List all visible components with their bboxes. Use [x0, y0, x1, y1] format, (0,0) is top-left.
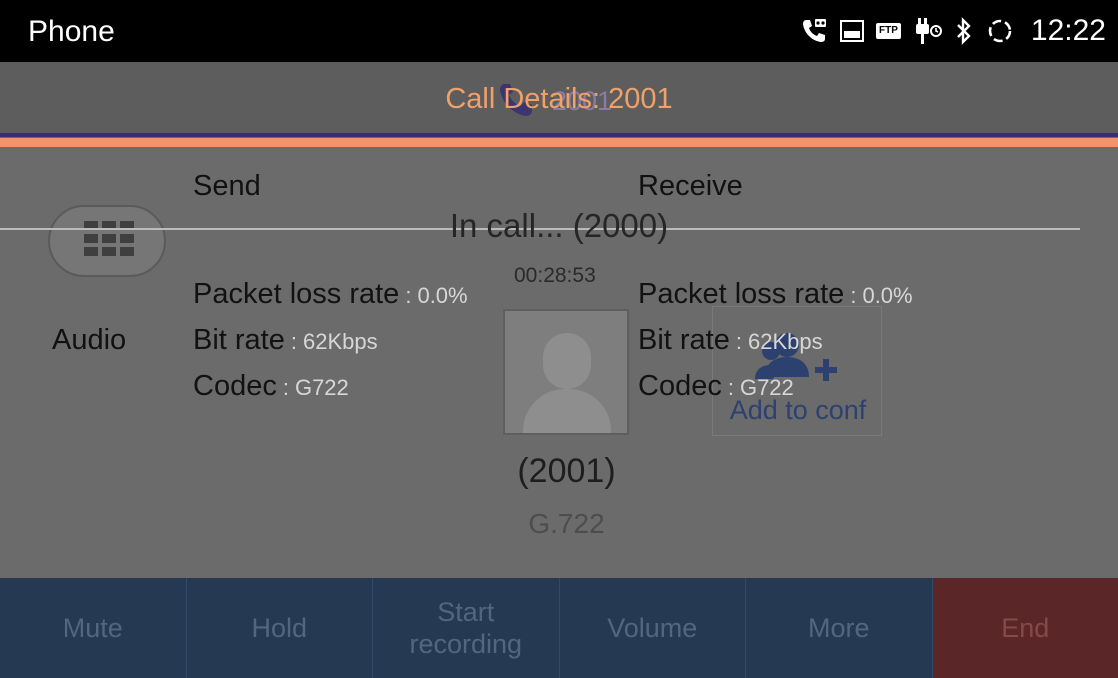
app-title: Phone	[28, 15, 115, 48]
stat-value: 0.0%	[417, 283, 468, 308]
stat-separator: :	[850, 283, 857, 308]
sync-icon	[985, 16, 1015, 46]
stat-separator: :	[405, 283, 412, 308]
volume-button[interactable]: Volume	[559, 578, 746, 678]
avatar-head	[543, 333, 591, 389]
call-details-divider	[0, 138, 1118, 147]
send-codec-row: Codec : G722	[193, 370, 468, 416]
stat-value: 0.0%	[862, 283, 913, 308]
codec-label: G.722	[528, 508, 605, 539]
ftp-icon: FTP	[876, 23, 901, 39]
stat-value: G722	[739, 375, 794, 400]
stat-value: 62Kbps	[303, 329, 378, 354]
call-details-title: Call Details: 2001	[445, 82, 673, 115]
clock: 12:22	[1030, 14, 1106, 47]
start-recording-label-2: recording	[409, 629, 523, 659]
stat-label: Bit rate	[193, 324, 285, 356]
receive-stats: Packet loss rate : 0.0% Bit rate : 62Kbp…	[638, 278, 913, 416]
usb-debug-icon	[913, 16, 943, 46]
stat-separator: :	[290, 329, 297, 354]
image-icon	[840, 20, 865, 42]
end-call-button[interactable]: End	[932, 578, 1118, 678]
stat-label: Packet loss rate	[193, 278, 400, 310]
contact-avatar	[503, 309, 629, 435]
mute-button[interactable]: Mute	[0, 578, 187, 678]
status-icons: FTP 12:22	[800, 12, 1106, 50]
phone-app-screen: Phone FTP 12:22 2001 In call... (2000) 0…	[0, 0, 1118, 678]
receive-packet-loss-row: Packet loss rate : 0.0%	[638, 278, 913, 324]
audio-row-label: Audio	[52, 324, 127, 356]
stat-separator: :	[735, 329, 742, 354]
status-bar: Phone FTP 12:22	[0, 0, 1118, 62]
receive-header: Receive	[638, 170, 743, 202]
receive-codec-row: Codec : G722	[638, 370, 913, 416]
stat-separator: :	[727, 375, 734, 400]
call-action-bar: Mute Hold Start recording Volume More En…	[0, 578, 1118, 678]
send-packet-loss-row: Packet loss rate : 0.0%	[193, 278, 468, 324]
call-voicemail-icon	[800, 17, 828, 45]
stat-label: Bit rate	[638, 324, 730, 356]
call-status-text: In call... (2000)	[449, 207, 669, 244]
call-timer: 00:28:53	[514, 264, 596, 287]
stat-label: Codec	[193, 370, 277, 402]
stat-separator: :	[282, 375, 289, 400]
hold-button[interactable]: Hold	[186, 578, 373, 678]
bluetooth-icon	[955, 17, 973, 45]
send-bit-rate-row: Bit rate : 62Kbps	[193, 324, 468, 370]
send-header: Send	[193, 170, 261, 202]
stat-label: Codec	[638, 370, 722, 402]
caller-number: (2001)	[517, 452, 616, 490]
stat-value: 62Kbps	[748, 329, 823, 354]
send-stats: Packet loss rate : 0.0% Bit rate : 62Kbp…	[193, 278, 468, 416]
more-button[interactable]: More	[746, 578, 933, 678]
stat-label: Packet loss rate	[638, 278, 845, 310]
start-recording-button[interactable]: Start recording	[373, 578, 560, 678]
receive-bit-rate-row: Bit rate : 62Kbps	[638, 324, 913, 370]
stat-value: G722	[294, 375, 349, 400]
start-recording-label-1: Start	[437, 596, 495, 627]
avatar-body	[523, 389, 611, 433]
